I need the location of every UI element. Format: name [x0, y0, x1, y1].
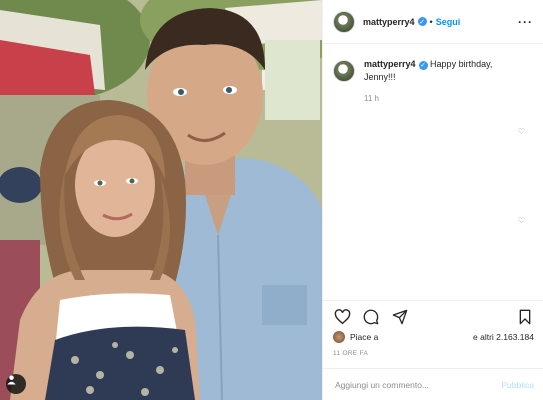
- caption-time: 11 h: [364, 94, 379, 103]
- avatar[interactable]: [333, 331, 345, 343]
- verified-badge-icon: ✓: [418, 61, 428, 70]
- comment-button[interactable]: [362, 308, 380, 326]
- save-button[interactable]: [516, 308, 534, 326]
- post-header: mattyperry4 ✓ • Segui ···: [323, 0, 543, 44]
- publish-button[interactable]: Pubblica: [501, 380, 534, 390]
- username-link[interactable]: mattyperry4: [363, 17, 415, 27]
- comment-input[interactable]: [333, 378, 487, 391]
- share-icon: [392, 309, 408, 324]
- caption: mattyperry4 ✓ Happy birthday, Jenny!!! 11…: [323, 44, 543, 105]
- likes-count-link[interactable]: e altri 2.163.184: [473, 332, 534, 342]
- comment-icon: [363, 309, 379, 324]
- share-button[interactable]: [391, 308, 409, 326]
- heart-icon[interactable]: ♡: [518, 216, 525, 225]
- post-photo[interactable]: [0, 0, 322, 400]
- username-link[interactable]: mattyperry4: [364, 59, 416, 69]
- avatar[interactable]: [333, 10, 355, 33]
- post-sidebar: mattyperry4 ✓ • Segui ··· mattyperry4 ✓ H…: [322, 0, 543, 400]
- avatar[interactable]: [333, 60, 355, 82]
- instagram-post: mattyperry4 ✓ • Segui ··· mattyperry4 ✓ H…: [0, 0, 543, 400]
- user-tag-icon: [7, 375, 16, 385]
- photo-illustration: [0, 0, 322, 400]
- verified-badge-icon: ✓: [417, 17, 427, 26]
- comment-bar: Pubblica: [323, 368, 543, 400]
- more-options-icon[interactable]: ···: [518, 15, 533, 29]
- bookmark-icon: [519, 309, 531, 324]
- likes-prefix: Piace a: [350, 332, 379, 342]
- likes-line: Piace a e altri 2.163.184: [333, 330, 534, 344]
- heart-icon: [334, 308, 350, 324]
- like-button[interactable]: [333, 308, 351, 326]
- action-bar: [323, 300, 543, 332]
- follow-button[interactable]: Segui: [436, 17, 461, 27]
- post-timestamp: 11 ORE FA: [333, 350, 369, 357]
- user-tag-button[interactable]: [6, 374, 26, 394]
- separator: •: [429, 16, 433, 27]
- heart-icon[interactable]: ♡: [518, 127, 525, 136]
- caption-text-block: mattyperry4 ✓ Happy birthday, Jenny!!! 11…: [364, 58, 514, 105]
